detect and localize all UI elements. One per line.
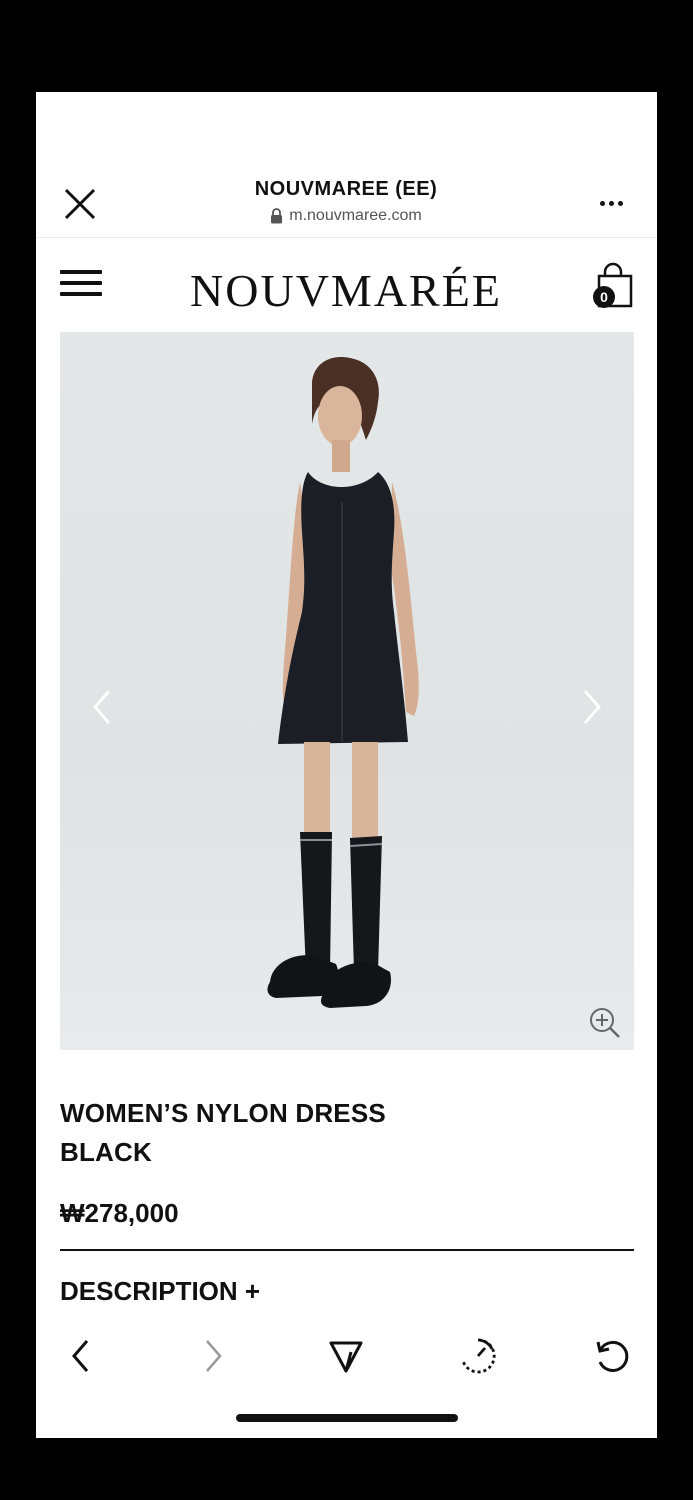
next-image-button[interactable] [572, 682, 612, 732]
product-image[interactable] [60, 332, 634, 1050]
reload-button[interactable] [590, 1334, 634, 1378]
browser-page-title: NOUVMAREE (EE) [254, 178, 438, 200]
speed-gauge-icon [461, 1338, 496, 1374]
brand-logo[interactable]: NOUVMARÉE [186, 264, 506, 317]
share-send-icon [329, 1341, 363, 1373]
model-photo [267, 357, 419, 1008]
more-icon [599, 200, 605, 206]
forward-arrow-icon [206, 1340, 222, 1372]
close-icon [64, 188, 96, 220]
previous-image-button[interactable] [82, 682, 122, 732]
close-button[interactable] [60, 184, 100, 224]
browser-top-bar: NOUVMAREE (EE) m.nouvmaree.com [36, 92, 657, 238]
site-header: NOUVMARÉE 0 [36, 242, 657, 330]
home-indicator[interactable] [236, 1414, 458, 1422]
product-price: ₩278,000 [60, 1198, 179, 1228]
chevron-right-icon [583, 690, 601, 724]
description-toggle[interactable]: DESCRIPTION + [60, 1276, 260, 1307]
divider [60, 1249, 634, 1251]
back-button[interactable] [58, 1334, 102, 1378]
product-name: WOMEN’S NYLON DRESS BLACK [60, 1098, 386, 1167]
cart-count-badge: 0 [593, 286, 615, 308]
reload-icon [596, 1341, 629, 1372]
more-options-button[interactable] [591, 188, 631, 218]
browser-bottom-toolbar [36, 1314, 657, 1438]
menu-button[interactable] [60, 270, 102, 302]
zoom-in-icon [590, 1008, 620, 1038]
cart-button[interactable]: 0 [591, 262, 635, 310]
url-text: m.nouvmaree.com [289, 207, 422, 224]
zoom-button[interactable] [588, 1006, 622, 1040]
back-arrow-icon [72, 1340, 89, 1372]
url-line: m.nouvmaree.com [196, 207, 496, 225]
chevron-left-icon [93, 690, 111, 724]
share-button[interactable] [324, 1334, 368, 1378]
phone-screen: NOUVMAREE (EE) m.nouvmaree.com NOUVMARÉE [36, 92, 657, 1438]
forward-button[interactable] [192, 1334, 236, 1378]
lock-icon [271, 208, 283, 224]
hamburger-menu-icon [60, 270, 102, 274]
url-block[interactable]: NOUVMAREE (EE) m.nouvmaree.com [196, 178, 496, 225]
speed-button[interactable] [456, 1334, 500, 1378]
